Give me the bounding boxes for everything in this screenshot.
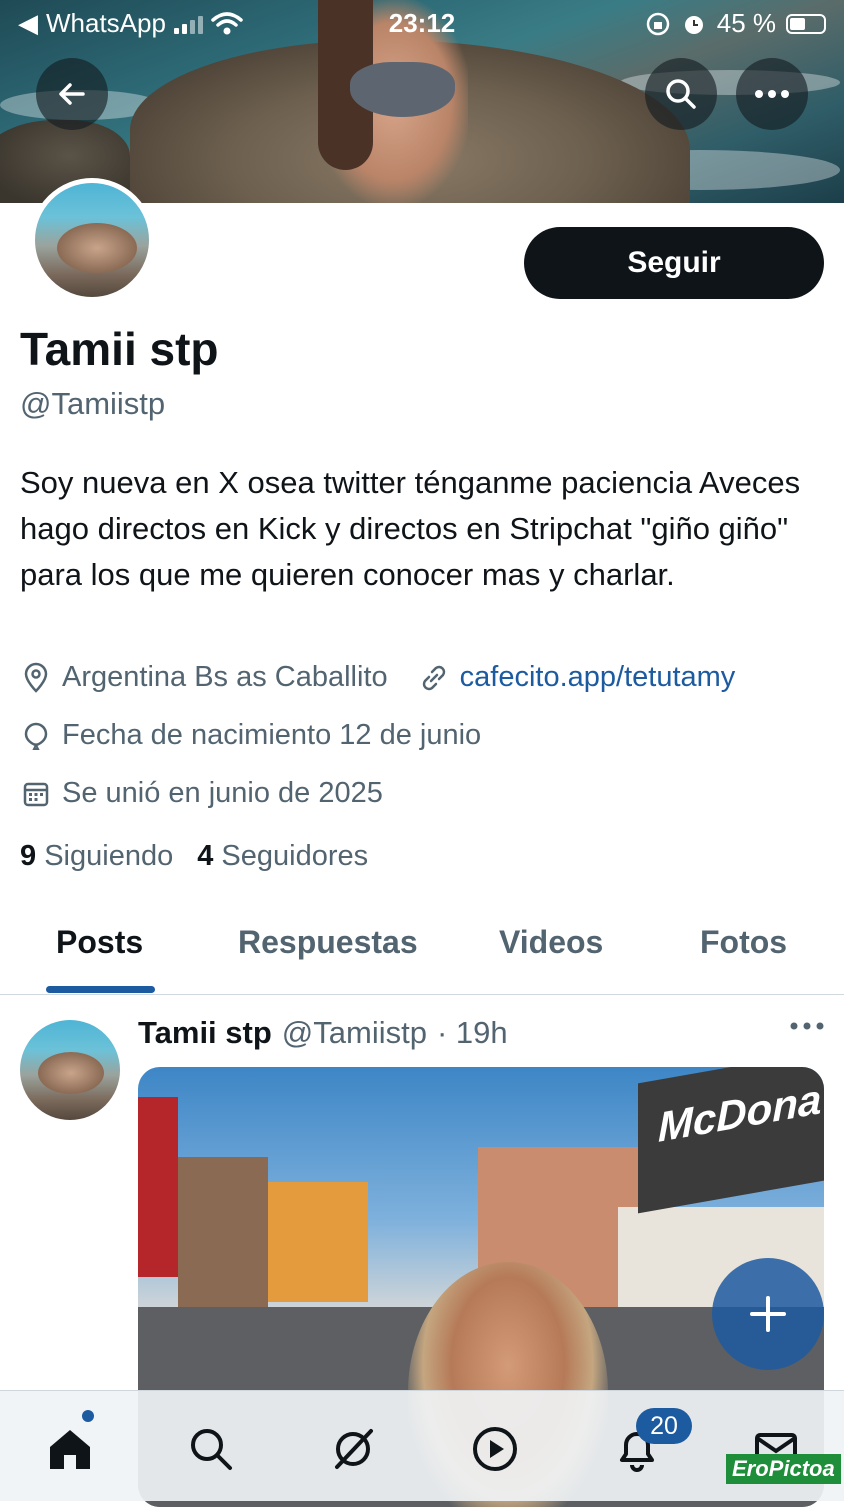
more-options-button[interactable]: [736, 58, 808, 130]
balloon-icon: [24, 722, 48, 750]
arrow-left-icon: [59, 83, 85, 105]
following-link[interactable]: 9 Siguiendo: [20, 840, 173, 873]
compose-button[interactable]: [712, 1258, 824, 1370]
nav-grok[interactable]: [323, 1419, 383, 1479]
nav-video[interactable]: [465, 1419, 525, 1479]
link-icon: [422, 665, 445, 690]
calendar-icon: [23, 782, 49, 806]
tab-respuestas[interactable]: Respuestas: [238, 924, 418, 961]
birthday-row: Fecha de nacimiento 12 de junio: [20, 719, 481, 752]
follow-counts: 9 Siguiendo 4 Seguidores: [20, 840, 368, 873]
profile-tabs: Posts Respuestas Videos Fotos: [0, 900, 844, 995]
follow-button[interactable]: Seguir: [524, 227, 824, 299]
back-button[interactable]: [36, 58, 108, 130]
following-count: 9: [20, 840, 37, 872]
display-name: Tamii stp: [20, 323, 219, 375]
birthday-text: Fecha de nacimiento 12 de junio: [62, 719, 482, 751]
location-text: Argentina Bs as Caballito: [62, 661, 388, 693]
battery-percent: 45 %: [716, 8, 776, 38]
followers-count: 4: [197, 840, 214, 872]
location-pin-icon: [24, 662, 48, 693]
followers-label: Seguidores: [221, 840, 369, 872]
post-author-avatar[interactable]: [20, 1020, 120, 1120]
search-icon: [666, 79, 696, 109]
website-link[interactable]: cafecito.app/tetutamy: [460, 661, 736, 694]
active-tab-indicator: [46, 986, 155, 993]
grok-icon: [335, 1429, 373, 1469]
bottom-navigation: [0, 1390, 844, 1501]
profile-avatar[interactable]: [30, 178, 154, 302]
tab-fotos[interactable]: Fotos: [700, 924, 787, 961]
alarm-icon: [684, 15, 703, 34]
orientation-lock-icon: [646, 12, 669, 35]
home-icon: [50, 1430, 90, 1469]
video-icon: [473, 1427, 517, 1471]
post-author-handle[interactable]: @Tamiistp: [282, 1015, 427, 1051]
tab-videos[interactable]: Videos: [499, 924, 603, 961]
post-header: Tamii stp @Tamiistp · 19h: [138, 1015, 508, 1051]
nav-search[interactable]: [181, 1419, 241, 1479]
battery-icon: [786, 13, 826, 34]
post-timestamp[interactable]: · 19h: [437, 1015, 508, 1051]
joined-row: Se unió en junio de 2025: [20, 777, 383, 810]
store-sign: McDona: [638, 1067, 824, 1214]
home-unread-dot: [82, 1410, 94, 1422]
notifications-badge: 20: [636, 1408, 692, 1444]
tab-posts[interactable]: Posts: [56, 924, 143, 961]
status-bar: ◀ WhatsApp 23:12 45 %: [0, 0, 844, 48]
search-button[interactable]: [645, 58, 717, 130]
nav-home[interactable]: [40, 1419, 100, 1479]
joined-text: Se unió en junio de 2025: [62, 777, 383, 809]
post-more-button[interactable]: [790, 1018, 824, 1036]
followers-link[interactable]: 4 Seguidores: [197, 840, 368, 873]
plus-icon: [750, 1296, 786, 1332]
following-label: Siguiendo: [44, 840, 174, 872]
more-horizontal-icon: [790, 1022, 824, 1030]
post-author-name[interactable]: Tamii stp: [138, 1015, 272, 1051]
watermark: EroPictoa: [726, 1454, 841, 1484]
username: @Tamiistp: [20, 386, 166, 421]
search-icon: [191, 1429, 232, 1470]
location-row: Argentina Bs as Caballito cafecito.app/t…: [20, 661, 735, 694]
more-horizontal-icon: [755, 90, 789, 98]
bio: Soy nueva en X osea twitter ténganme pac…: [20, 465, 801, 592]
